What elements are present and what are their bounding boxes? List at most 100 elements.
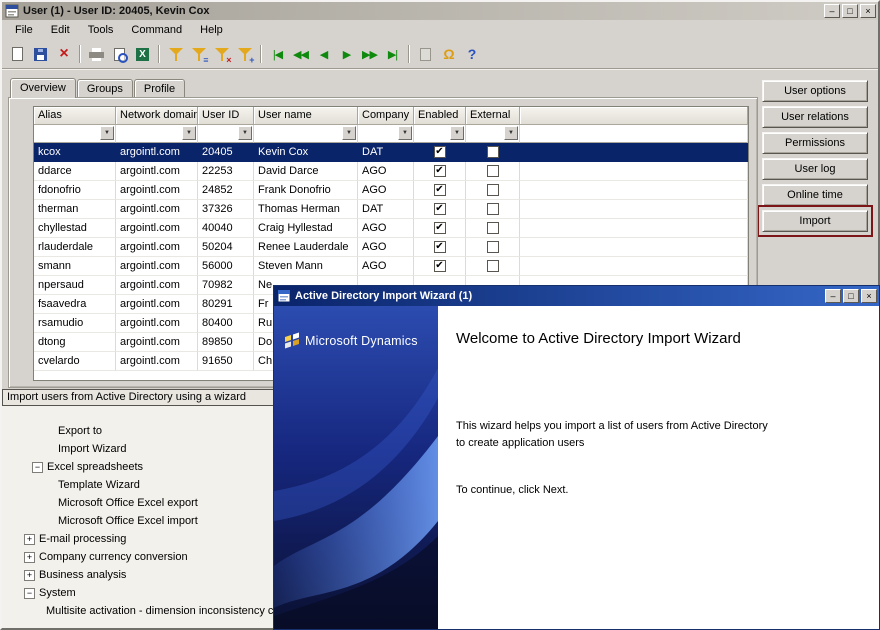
filter-dropdown-button[interactable]: ▼ [342, 126, 356, 140]
user-row-therman[interactable]: therman argointl.com 37326 Thomas Herman DAT… [34, 200, 748, 219]
filter-dropdown-button[interactable]: ▼ [238, 126, 252, 140]
checkbox-unchecked[interactable] [486, 241, 499, 253]
filter-cell-external[interactable]: ▼ [466, 125, 520, 143]
wizard-minimize-button[interactable]: – [825, 289, 841, 303]
menu-item-file[interactable]: File [6, 22, 42, 38]
print-preview-icon[interactable] [108, 43, 131, 65]
checkbox-checked[interactable]: ✔ [433, 222, 446, 234]
wizard-body: Microsoft Dynamics Welcome to Active Dir… [274, 306, 879, 629]
column-header-enabled[interactable]: Enabled [414, 107, 466, 125]
column-header-external[interactable]: External [466, 107, 520, 125]
user-row-kcox[interactable]: kcox argointl.com 20405 Kevin Cox DAT ✔ [34, 143, 748, 162]
wizard-description: This wizard helps you import a list of u… [456, 420, 768, 449]
user-options-button[interactable]: User options [762, 80, 868, 102]
title-bar[interactable]: User (1) - User ID: 20405, Kevin Cox – □… [2, 2, 878, 20]
alerts-icon[interactable]: Ω [437, 43, 460, 65]
maximize-button[interactable]: □ [842, 4, 858, 18]
checkbox-checked[interactable]: ✔ [433, 203, 446, 215]
column-header-alias[interactable]: Alias [34, 107, 116, 125]
wizard-maximize-button[interactable]: □ [843, 289, 859, 303]
tab-groups[interactable]: Groups [76, 79, 133, 97]
menu-item-tools[interactable]: Tools [79, 22, 123, 38]
tree-item-label: Template Wizard [58, 479, 140, 491]
checkbox-unchecked[interactable] [486, 222, 499, 234]
checkbox-checked[interactable]: ✔ [433, 165, 446, 177]
cell-alias: chyllestad [34, 219, 116, 238]
column-header-user-name[interactable]: User name [254, 107, 358, 125]
user-relations-button[interactable]: User relations [762, 106, 868, 128]
filter-cell-network-domain[interactable]: ▼ [116, 125, 198, 143]
filter-dropdown-button[interactable]: ▼ [100, 126, 114, 140]
cell-filler [520, 181, 748, 200]
column-header-network-domain[interactable]: Network domain [116, 107, 198, 125]
online-time-button[interactable]: Online time [762, 184, 868, 206]
menu-item-command[interactable]: Command [122, 22, 191, 38]
checkbox-checked[interactable]: ✔ [433, 241, 446, 253]
filter-by-selection-icon[interactable]: ≡ [187, 43, 210, 65]
remove-filter-icon[interactable]: × [210, 43, 233, 65]
minimize-button[interactable]: – [824, 4, 840, 18]
filter-cell-user-name[interactable]: ▼ [254, 125, 358, 143]
filter-dropdown-button[interactable]: ▼ [504, 126, 518, 140]
wizard-title-bar[interactable]: Active Directory Import Wizard (1) – □ × [274, 286, 879, 306]
cell-network-domain: argointl.com [116, 181, 198, 200]
column-header-company[interactable]: Company [358, 107, 414, 125]
expand-icon[interactable]: + [24, 552, 35, 563]
user-log-button[interactable]: User log [762, 158, 868, 180]
filter-by-field-icon[interactable] [164, 43, 187, 65]
user-row-rlauderdale[interactable]: rlauderdale argointl.com 50204 Renee Lauder… [34, 238, 748, 257]
checkbox-unchecked[interactable] [486, 165, 499, 177]
tab-profile[interactable]: Profile [133, 79, 186, 97]
checkbox-checked[interactable]: ✔ [433, 260, 446, 272]
previous-record-icon[interactable]: ◀ [312, 43, 335, 65]
cell-alias: fsaavedra [34, 295, 116, 314]
close-button[interactable]: × [860, 4, 876, 18]
checkbox-unchecked[interactable] [486, 184, 499, 196]
cell-filler [520, 162, 748, 181]
next-record-icon[interactable]: ▶ [335, 43, 358, 65]
tab-overview[interactable]: Overview [10, 78, 76, 98]
filter-cell-company[interactable]: ▼ [358, 125, 414, 143]
help-icon[interactable]: ? [460, 43, 483, 65]
delete-record-icon[interactable]: × [52, 43, 75, 65]
checkbox-unchecked[interactable] [486, 260, 499, 272]
user-row-smann[interactable]: smann argointl.com 56000 Steven Mann AGO ✔ [34, 257, 748, 276]
user-row-fdonofrio[interactable]: fdonofrio argointl.com 24852 Frank Donofrio… [34, 181, 748, 200]
menu-item-edit[interactable]: Edit [42, 22, 79, 38]
new-record-icon[interactable] [6, 43, 29, 65]
checkbox-checked[interactable]: ✔ [433, 184, 446, 196]
menu-item-help[interactable]: Help [191, 22, 232, 38]
next-group-icon[interactable]: ▶▶ [358, 43, 381, 65]
filter-cell-enabled[interactable]: ▼ [414, 125, 466, 143]
checkbox-unchecked[interactable] [486, 203, 499, 215]
tree-item-label: Microsoft Office Excel export [58, 497, 198, 509]
cell-user-id: 91650 [198, 352, 254, 371]
import-button[interactable]: Import [757, 205, 873, 237]
collapse-icon[interactable]: − [24, 588, 35, 599]
filter-dropdown-button[interactable]: ▼ [450, 126, 464, 140]
first-record-icon[interactable]: |◀ [266, 43, 289, 65]
advanced-filter-icon[interactable]: + [233, 43, 256, 65]
collapse-icon[interactable]: − [32, 462, 43, 473]
document-handling-icon[interactable] [414, 43, 437, 65]
checkbox-checked[interactable]: ✔ [433, 146, 446, 158]
export-to-excel-icon[interactable]: X [131, 43, 154, 65]
expand-icon[interactable]: + [24, 570, 35, 581]
user-row-ddarce[interactable]: ddarce argointl.com 22253 David Darce AGO ✔ [34, 162, 748, 181]
filter-cell-alias[interactable]: ▼ [34, 125, 116, 143]
column-header-user-id[interactable]: User ID [198, 107, 254, 125]
filter-dropdown-button[interactable]: ▼ [182, 126, 196, 140]
dynamics-logo-icon [285, 332, 299, 349]
permissions-button[interactable]: Permissions [762, 132, 868, 154]
checkbox-unchecked[interactable] [486, 146, 499, 158]
wizard-close-button[interactable]: × [861, 289, 877, 303]
expand-icon[interactable]: + [24, 534, 35, 545]
cell-filler [520, 238, 748, 257]
filter-dropdown-button[interactable]: ▼ [398, 126, 412, 140]
last-record-icon[interactable]: ▶| [381, 43, 404, 65]
user-row-chyllestad[interactable]: chyllestad argointl.com 40040 Craig Hyllest… [34, 219, 748, 238]
previous-group-icon[interactable]: ◀◀ [289, 43, 312, 65]
filter-cell-user-id[interactable]: ▼ [198, 125, 254, 143]
print-icon[interactable] [85, 43, 108, 65]
save-icon[interactable] [29, 43, 52, 65]
